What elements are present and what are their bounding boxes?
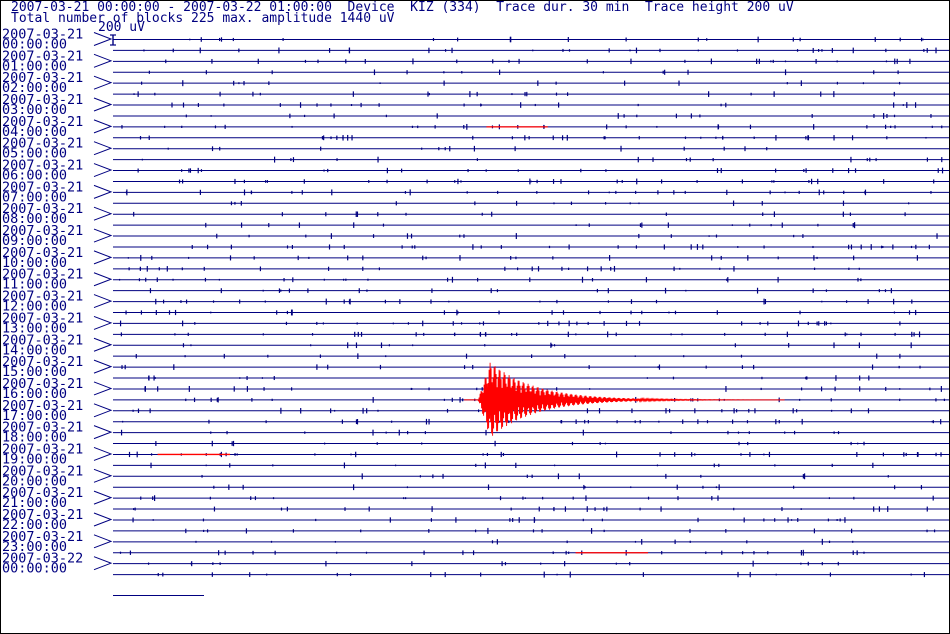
trace-line — [113, 462, 949, 469]
trace-line — [113, 473, 949, 480]
seismogram-frame: 2007-03-21 00:00:00 - 2007-03-22 01:00:0… — [0, 0, 950, 634]
trace-line — [113, 353, 949, 360]
trace-line — [113, 309, 949, 316]
trace-line — [113, 375, 949, 381]
trace-line — [113, 69, 949, 76]
trace-start-arrow — [93, 141, 113, 156]
trace-line — [113, 113, 949, 119]
hour-label: 2007-03-2200:00:00 — [2, 551, 113, 577]
helicorder-plot: 2007-03-2100:00:002007-03-2101:00:002007… — [2, 27, 949, 596]
trace-line — [113, 342, 949, 349]
trace-line — [113, 418, 949, 425]
trace-line — [113, 244, 949, 250]
trace-start-arrow — [93, 53, 113, 68]
trace-start-arrow — [93, 163, 113, 178]
trace-line — [113, 145, 949, 152]
trace-line — [113, 364, 949, 370]
trace-line — [113, 538, 949, 545]
trace-start-arrow — [93, 490, 113, 505]
trace-line — [113, 265, 949, 272]
trace-line — [113, 298, 949, 305]
trace-line — [113, 47, 949, 54]
trace-line — [113, 451, 949, 458]
trace-line — [113, 211, 949, 218]
trace-line — [113, 527, 949, 534]
trace-start-arrow — [93, 250, 113, 265]
trace-line — [113, 276, 949, 283]
trace-line — [113, 178, 949, 185]
trace-start-arrow — [93, 75, 113, 90]
trace-line — [113, 80, 949, 87]
trace-line — [113, 200, 949, 207]
trace-line — [113, 549, 949, 556]
trace-line — [113, 495, 949, 502]
trace-line — [113, 571, 949, 578]
trace-line — [113, 484, 949, 491]
seismic-event — [464, 362, 785, 436]
trace-start-arrow — [93, 359, 113, 374]
trace-start-arrow — [93, 206, 113, 221]
trace-start-arrow — [93, 294, 113, 309]
trace-start-arrow — [93, 32, 113, 46]
trace-start-arrow — [93, 228, 113, 243]
trace-start-arrow — [93, 337, 113, 352]
trace-line — [113, 506, 949, 512]
trace-start-arrow — [93, 97, 113, 112]
trace-line — [113, 331, 949, 338]
trace-line — [113, 58, 949, 65]
trace-start-arrow — [93, 381, 113, 396]
trace-line — [113, 560, 949, 567]
trace-start-arrow — [93, 425, 113, 440]
trace-line — [113, 167, 949, 174]
trace-start-arrow — [93, 119, 113, 134]
trace-line — [113, 134, 949, 141]
trace-start-arrow — [93, 184, 113, 199]
trace-start-arrow — [93, 446, 113, 461]
trace-line — [113, 429, 949, 436]
trace-start-arrow — [93, 315, 113, 330]
trace-start-arrow — [93, 512, 113, 527]
trace-start-arrow — [93, 403, 113, 418]
trace-line — [113, 385, 949, 392]
trace-line — [113, 287, 949, 294]
trace-line — [113, 189, 949, 196]
trace-line — [113, 233, 949, 240]
trace-start-arrow — [93, 556, 113, 571]
trace-line — [113, 102, 949, 108]
trace-line — [113, 320, 949, 327]
hour-label-time: 00:00:00 — [2, 561, 67, 577]
trace-line — [113, 91, 949, 98]
trace-line — [113, 517, 949, 523]
trace-start-arrow — [93, 468, 113, 483]
trace-start-arrow — [93, 272, 113, 287]
trace-line — [113, 440, 949, 447]
trace-line — [113, 36, 949, 43]
trace-line — [113, 222, 949, 229]
trace-start-arrow — [93, 534, 113, 549]
hour-labels: 2007-03-2100:00:002007-03-2101:00:002007… — [2, 27, 113, 577]
trace-line — [113, 254, 949, 261]
traces — [113, 36, 949, 596]
trace-line — [113, 156, 949, 163]
